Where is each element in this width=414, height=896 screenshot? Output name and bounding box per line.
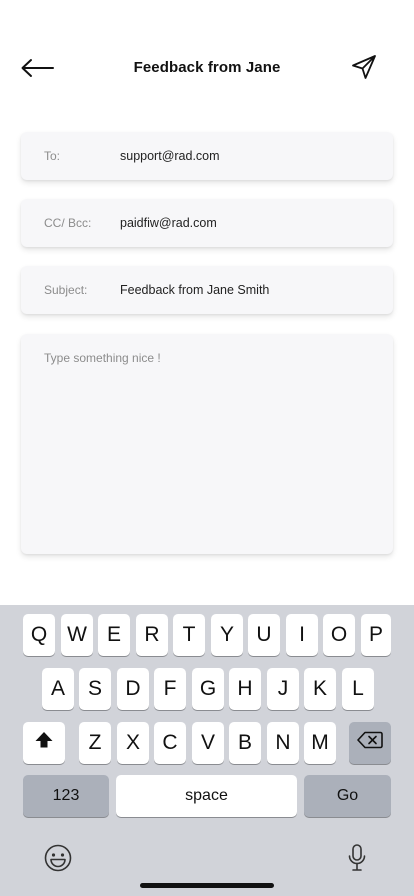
cc-bcc-value[interactable]: paidfiw@rad.com [120,199,217,247]
key-l[interactable]: L [342,668,374,710]
key-t[interactable]: T [173,614,205,656]
key-j[interactable]: J [267,668,299,710]
key-z[interactable]: Z [79,722,111,764]
key-q[interactable]: Q [23,614,55,656]
backspace-key[interactable] [349,722,391,764]
send-button[interactable] [350,53,380,83]
key-s[interactable]: S [79,668,111,710]
cc-bcc-field[interactable]: CC/ Bcc: paidfiw@rad.com [21,199,393,247]
message-body-input[interactable]: Type something nice ! [21,334,393,554]
subject-label: Subject: [44,283,88,297]
key-m[interactable]: M [304,722,336,764]
key-y[interactable]: Y [211,614,243,656]
key-i[interactable]: I [286,614,318,656]
key-f[interactable]: F [154,668,186,710]
backspace-icon [357,731,383,755]
header: Feedback from Jane [0,0,414,110]
numbers-key[interactable]: 123 [23,775,109,817]
key-n[interactable]: N [267,722,299,764]
cc-bcc-label: CC/ Bcc: [44,216,92,230]
key-v[interactable]: V [192,722,224,764]
keyboard: Q W E R T Y U I O P A S D F G H J K L Z … [0,605,414,896]
key-p[interactable]: P [361,614,391,656]
to-value[interactable]: support@rad.com [120,132,220,180]
shift-icon [34,730,54,756]
subject-value[interactable]: Feedback from Jane Smith [120,266,269,314]
key-d[interactable]: D [117,668,149,710]
to-label: To: [44,149,61,163]
key-w[interactable]: W [61,614,93,656]
microphone-icon [346,844,368,877]
home-indicator[interactable] [140,883,274,888]
key-r[interactable]: R [136,614,168,656]
key-h[interactable]: H [229,668,261,710]
key-a[interactable]: A [42,668,74,710]
send-icon [350,55,378,85]
key-o[interactable]: O [323,614,355,656]
key-c[interactable]: C [154,722,186,764]
to-field[interactable]: To: support@rad.com [21,132,393,180]
message-placeholder: Type something nice ! [44,351,161,365]
emoji-button[interactable] [43,843,73,873]
key-e[interactable]: E [98,614,130,656]
space-key[interactable]: space [116,775,297,817]
subject-field[interactable]: Subject: Feedback from Jane Smith [21,266,393,314]
key-g[interactable]: G [192,668,224,710]
microphone-button[interactable] [346,843,368,873]
emoji-icon [43,844,73,877]
shift-key[interactable] [23,722,65,764]
go-key[interactable]: Go [304,775,391,817]
key-x[interactable]: X [117,722,149,764]
key-b[interactable]: B [229,722,261,764]
key-k[interactable]: K [304,668,336,710]
key-u[interactable]: U [248,614,280,656]
